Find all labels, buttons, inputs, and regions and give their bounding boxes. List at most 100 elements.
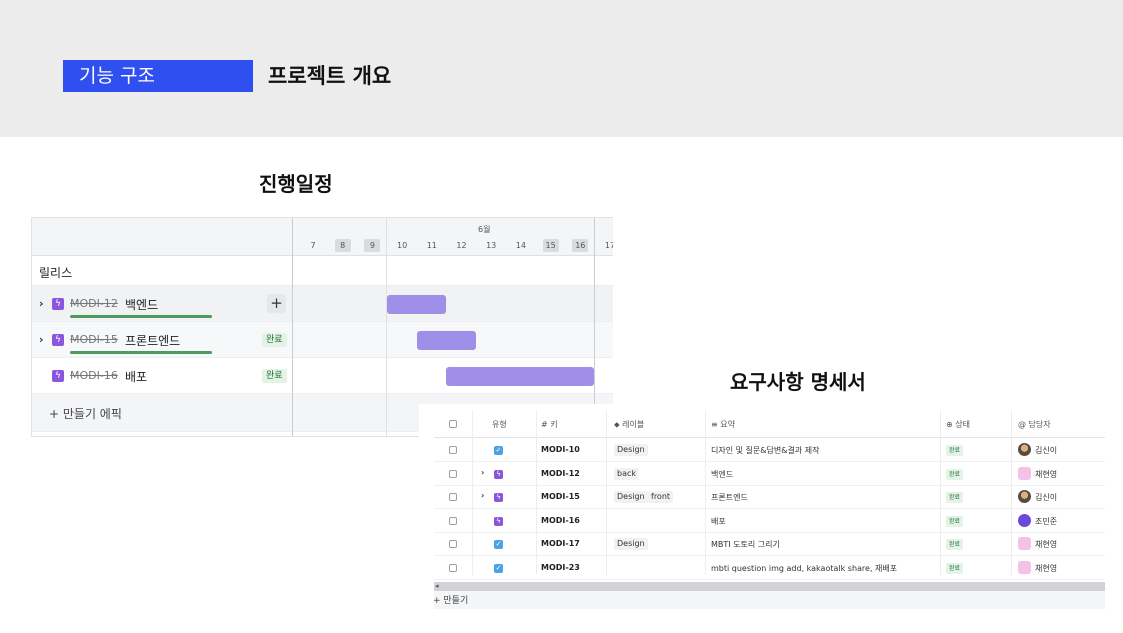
row-checkbox[interactable]	[449, 446, 457, 454]
table-row[interactable]: ✓ MODI-23 mbti question img add, kakaotalk…	[434, 557, 1105, 580]
section-title: 프로젝트 개요	[268, 64, 392, 88]
horizontal-scrollbar[interactable]: ◂	[434, 582, 1105, 591]
issue-key[interactable]: MODI-12	[541, 469, 580, 478]
epic-name: 배포	[125, 370, 148, 384]
scroll-left-icon[interactable]: ◂	[435, 582, 439, 591]
label-chip[interactable]: front	[648, 491, 674, 503]
section-badge: 기능 구조	[63, 60, 253, 92]
slide: 기능 구조 프로젝트 개요 진행일정 6월 7 8 9 10 11 12 13 14 15 16 1…	[0, 0, 1123, 633]
issue-key[interactable]: MODI-23	[541, 563, 580, 572]
column-assignee[interactable]: @ 담당자	[1018, 419, 1051, 430]
week-gridline	[386, 218, 387, 436]
row-checkbox[interactable]	[449, 469, 457, 478]
release-row: 릴리스	[32, 256, 613, 286]
status-badge[interactable]: 완료	[946, 468, 964, 480]
assignee-name[interactable]: 채현영	[1035, 469, 1057, 480]
row-checkbox[interactable]	[449, 516, 457, 525]
epic-key[interactable]: MODI-12	[70, 297, 118, 310]
day-label: 16	[572, 239, 589, 252]
status-badge: 완료	[262, 333, 287, 347]
day-label: 9	[364, 239, 381, 252]
status-badge[interactable]: 완료	[946, 562, 964, 574]
column-labels[interactable]: ⬥ 레이블	[614, 419, 644, 430]
issue-summary[interactable]: 배포	[711, 516, 726, 527]
issue-summary[interactable]: 백엔드	[711, 469, 733, 480]
label-chip[interactable]: back	[614, 467, 640, 480]
table-row[interactable]: ϟ MODI-16 배포 완료 조민준	[434, 510, 1105, 533]
epic-icon: ϟ	[494, 516, 503, 526]
assignee-name[interactable]: 김신이	[1035, 445, 1057, 456]
column-status-text: 상태	[955, 420, 970, 429]
issue-key[interactable]: MODI-10	[541, 445, 580, 454]
assignee-name[interactable]: 김신이	[1035, 492, 1057, 503]
chevron-right-icon[interactable]: ›	[39, 333, 44, 346]
assignee-name[interactable]: 채현영	[1035, 563, 1057, 574]
status-badge[interactable]: 완료	[946, 515, 964, 527]
epic-row[interactable]: › ϟ MODI-15 프론트엔드 완료	[32, 322, 613, 358]
avatar	[1018, 490, 1031, 503]
task-icon: ✓	[494, 540, 503, 549]
assignee-name[interactable]: 채현영	[1035, 539, 1057, 550]
issue-summary[interactable]: MBTI 도토리 그리기	[711, 539, 780, 550]
timeline-divider[interactable]	[292, 218, 293, 436]
label-chip[interactable]: Design	[614, 444, 648, 456]
status-badge: 완료	[262, 369, 287, 383]
row-checkbox[interactable]	[449, 563, 457, 572]
day-label: 8	[334, 239, 351, 252]
day-label: 15	[542, 239, 559, 252]
table-header: 유형 # 키 ⬥ 레이블 ≡ 요약 ⊕ 상태 @ 담당자	[434, 410, 1105, 438]
gantt-bar[interactable]	[417, 331, 476, 350]
chevron-right-icon[interactable]: ›	[481, 491, 484, 500]
label-chip[interactable]: Design	[614, 538, 648, 550]
requirements-panel: 유형 # 키 ⬥ 레이블 ≡ 요약 ⊕ 상태 @ 담당자 ✓ MODI-10 Des…	[419, 404, 1105, 609]
table-row[interactable]: › ϟ MODI-12 back 백엔드 완료 채현영	[434, 463, 1105, 486]
status-badge[interactable]: 완료	[946, 539, 964, 550]
issue-summary[interactable]: 프론트엔드	[711, 492, 748, 503]
epic-icon: ϟ	[52, 370, 64, 382]
issue-key[interactable]: MODI-16	[541, 516, 580, 525]
column-status[interactable]: ⊕ 상태	[946, 419, 970, 430]
day-label: 10	[397, 241, 408, 250]
timeline-heading: 진행일정	[259, 172, 333, 196]
epic-icon: ϟ	[494, 469, 503, 479]
avatar	[1018, 466, 1031, 480]
epic-progress-bar	[70, 315, 212, 318]
epic-icon: ϟ	[494, 493, 503, 502]
chevron-right-icon[interactable]: ›	[481, 468, 484, 477]
issue-summary[interactable]: mbti question img add, kakaotalk share, …	[711, 563, 897, 574]
gantt-bar[interactable]	[446, 367, 594, 386]
epic-row[interactable]: › ϟ MODI-12 백엔드 +	[32, 286, 613, 322]
day-label: 13	[486, 241, 497, 250]
day-label: 7	[310, 241, 316, 250]
epic-icon: ϟ	[52, 298, 64, 310]
issue-key[interactable]: MODI-15	[541, 492, 580, 501]
status-badge[interactable]: 완료	[946, 445, 964, 456]
label-chip[interactable]: Design	[614, 491, 648, 503]
create-epic-button[interactable]: + 만들기 에픽	[49, 405, 122, 422]
column-type[interactable]: 유형	[492, 419, 507, 430]
month-label: 6월	[478, 225, 491, 234]
requirements-heading: 요구사항 명세서	[730, 370, 866, 394]
create-issue-button[interactable]: + 만들기	[433, 593, 468, 606]
issue-key[interactable]: MODI-17	[541, 539, 580, 548]
column-key[interactable]: # 키	[541, 419, 558, 430]
table-row[interactable]: ✓ MODI-17 Design MBTI 도토리 그리기 완료 채현영	[434, 533, 1105, 556]
epic-name: 프론트엔드	[125, 334, 181, 348]
column-labels-text: 레이블	[622, 420, 645, 429]
row-checkbox[interactable]	[449, 540, 457, 548]
gantt-bar[interactable]	[387, 295, 446, 314]
row-checkbox[interactable]	[449, 493, 457, 501]
day-label: 17	[604, 241, 613, 250]
column-summary[interactable]: ≡ 요약	[711, 419, 735, 430]
epic-key[interactable]: MODI-15	[70, 333, 118, 346]
chevron-right-icon[interactable]: ›	[39, 297, 44, 310]
epic-key[interactable]: MODI-16	[70, 369, 118, 382]
table-row[interactable]: › ϟ MODI-15 Design front 프론트엔드 완료 김신이	[434, 486, 1105, 509]
day-label: 12	[456, 241, 467, 250]
select-all-checkbox[interactable]	[449, 420, 457, 428]
status-badge[interactable]: 완료	[946, 492, 964, 503]
table-row[interactable]: ✓ MODI-10 Design 디자인 및 질문&답변&결과 제작 완료 김신이	[434, 439, 1105, 462]
assignee-name[interactable]: 조민준	[1035, 516, 1057, 527]
issue-summary[interactable]: 디자인 및 질문&답변&결과 제작	[711, 445, 819, 456]
add-child-button[interactable]: +	[267, 294, 286, 313]
